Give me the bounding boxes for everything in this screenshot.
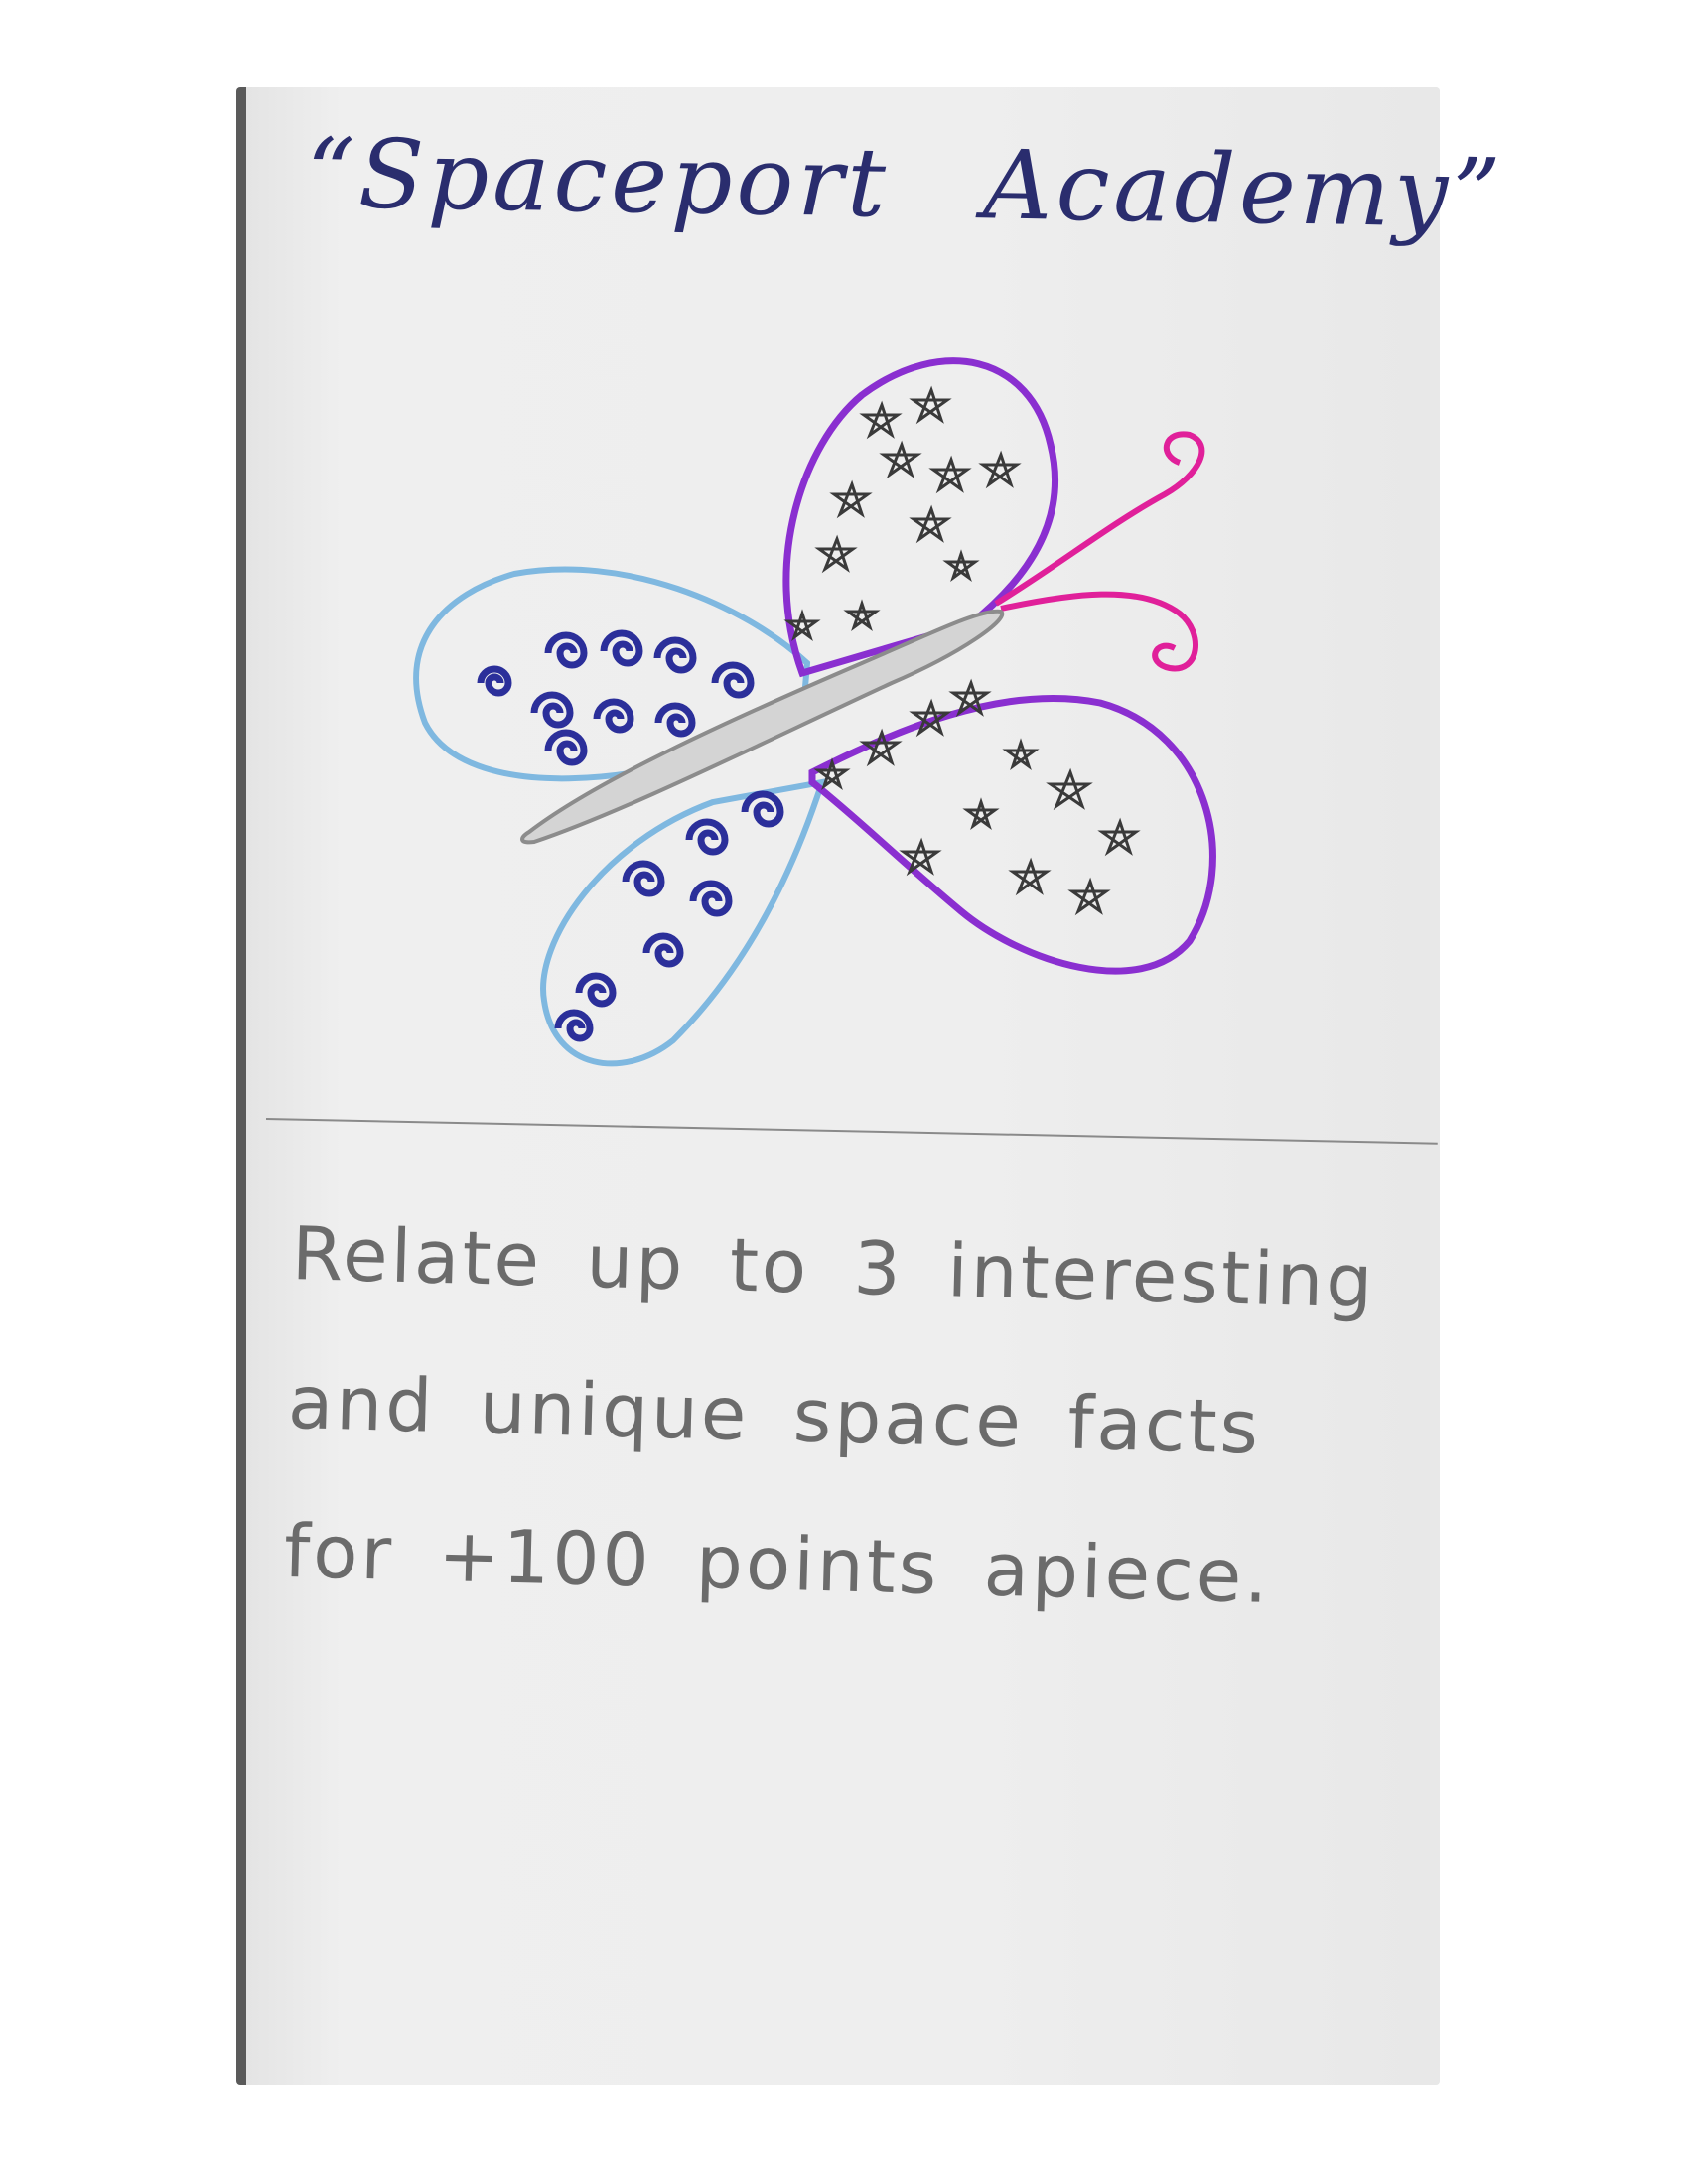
game-card: “Spaceport Academy” Relate up to 3 inter… bbox=[236, 87, 1505, 2085]
card-rule-text: Relate up to 3 interesting and unique sp… bbox=[283, 1210, 1377, 1620]
butterfly-illustration bbox=[413, 357, 1216, 1067]
swirl-icon bbox=[593, 698, 634, 734]
star-icon bbox=[879, 440, 922, 479]
star-icon bbox=[1097, 817, 1141, 857]
star-icon bbox=[909, 504, 952, 544]
star-icon bbox=[843, 599, 881, 631]
swirl-icon bbox=[741, 790, 784, 828]
star-icon bbox=[978, 450, 1022, 489]
swirl-icon bbox=[689, 880, 733, 917]
star-icon bbox=[1046, 767, 1093, 811]
swirl-icon bbox=[653, 636, 697, 674]
swirl-icon bbox=[544, 631, 588, 669]
star-icon bbox=[909, 385, 952, 425]
swirl-icon bbox=[554, 1009, 594, 1042]
star-icon bbox=[1008, 857, 1052, 896]
star-icon bbox=[859, 400, 903, 440]
star-icon bbox=[928, 455, 972, 494]
swirl-icon bbox=[654, 702, 696, 738]
swirl-icon bbox=[711, 661, 755, 699]
card-divider bbox=[265, 1118, 1438, 1145]
swirl-icon bbox=[530, 691, 574, 729]
right-upper-wing bbox=[782, 357, 1058, 678]
star-icon bbox=[814, 534, 858, 574]
star-icon bbox=[1002, 738, 1040, 770]
swirl-icon bbox=[575, 972, 617, 1008]
swirl-icon bbox=[477, 665, 512, 697]
star-icon bbox=[962, 797, 1000, 830]
star-icon bbox=[829, 479, 873, 519]
antenna-upper bbox=[994, 431, 1205, 607]
swirl-icon bbox=[622, 860, 665, 897]
star-icon bbox=[942, 549, 980, 582]
swirl-icon bbox=[544, 729, 588, 766]
swirl-icon bbox=[642, 932, 684, 968]
star-icon bbox=[1067, 877, 1111, 916]
antenna-lower bbox=[1000, 591, 1198, 672]
star-pattern bbox=[783, 385, 1141, 916]
swirl-icon bbox=[685, 818, 729, 856]
right-lower-wing bbox=[808, 694, 1216, 975]
swirl-icon bbox=[600, 629, 643, 667]
